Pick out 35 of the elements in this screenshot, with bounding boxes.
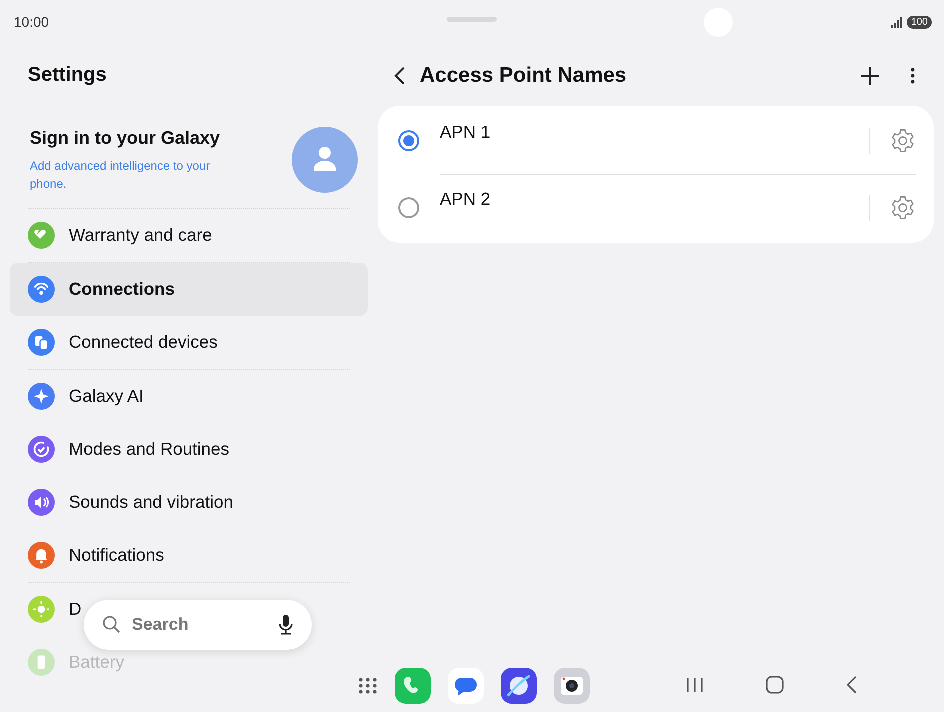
signal-icon <box>891 16 904 28</box>
settings-title: Settings <box>28 64 108 88</box>
search-input[interactable]: Search <box>130 614 270 636</box>
account-subtitle: Add advanced intelligence to your phone. <box>30 158 212 192</box>
messages-app-icon[interactable] <box>448 668 484 704</box>
settings-item-label[interactable]: Connections <box>69 279 175 300</box>
drag-handle[interactable] <box>447 17 497 22</box>
search-icon <box>102 615 122 635</box>
radio-button[interactable] <box>398 130 420 152</box>
search-bar[interactable]: Search <box>84 600 312 650</box>
settings-item-label[interactable]: Warranty and care <box>69 225 212 246</box>
back-nav-icon[interactable] <box>846 676 858 694</box>
apn-name[interactable]: APN 2 <box>440 189 849 210</box>
add-icon[interactable] <box>860 66 880 86</box>
account-title[interactable]: Sign in to your Galaxy <box>30 128 250 148</box>
settings-item-label[interactable]: Sounds and vibration <box>69 492 234 513</box>
back-icon[interactable] <box>394 66 406 86</box>
apn-name[interactable]: APN 1 <box>440 122 849 143</box>
camera-app-icon[interactable] <box>554 668 590 704</box>
status-time: 10:00 <box>14 14 50 30</box>
settings-icon[interactable] <box>890 195 916 221</box>
battery-level: 100 <box>907 16 932 28</box>
page-title: Access Point Names <box>420 64 628 88</box>
browser-app-icon[interactable] <box>501 668 537 704</box>
settings-item-label[interactable]: Connected devices <box>69 332 218 353</box>
home-icon[interactable] <box>766 676 784 694</box>
settings-item-label[interactable]: Modes and Routines <box>69 439 230 460</box>
microphone-icon[interactable] <box>278 614 294 636</box>
radio-button[interactable] <box>398 197 420 219</box>
settings-item-label[interactable]: Galaxy AI <box>69 386 144 407</box>
settings-item-label[interactable]: D <box>69 599 82 620</box>
settings-icon[interactable] <box>890 128 916 154</box>
settings-item-label[interactable]: Notifications <box>69 545 164 566</box>
recent-apps-icon[interactable] <box>686 677 704 693</box>
apps-grid-icon[interactable] <box>358 677 378 695</box>
